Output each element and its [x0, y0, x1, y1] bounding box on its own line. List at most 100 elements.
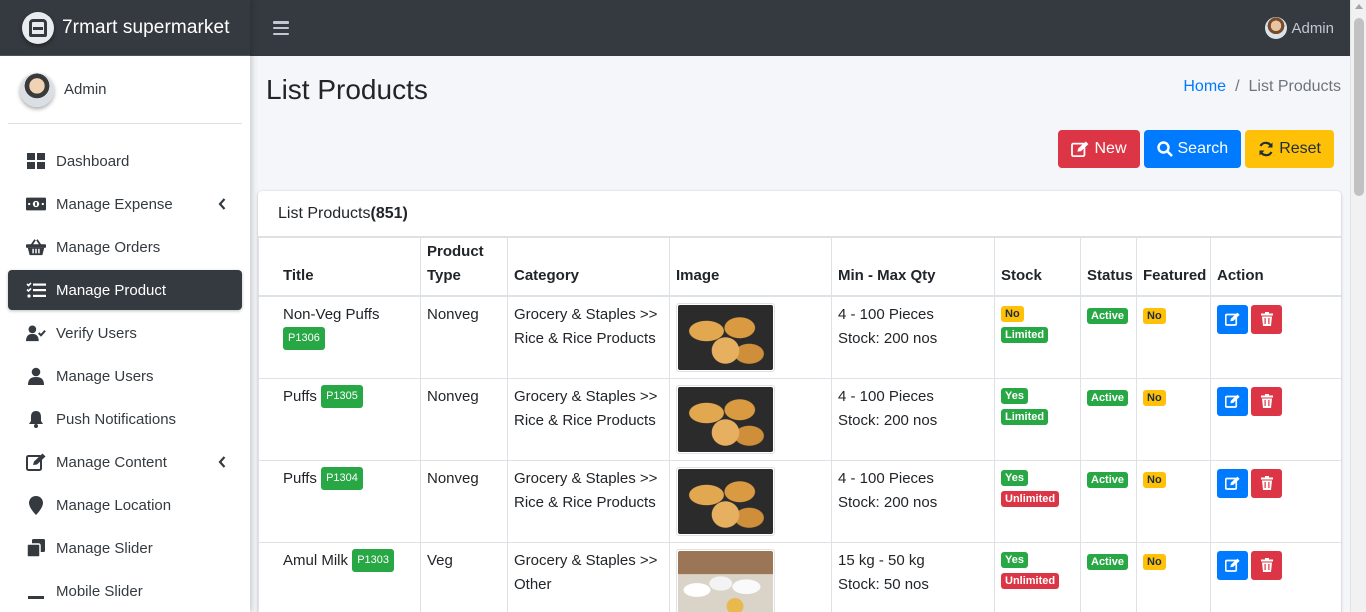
page-scrollbar[interactable] — [1350, 0, 1366, 612]
product-code-badge: P1304 — [321, 467, 363, 491]
stock-flag-badge[interactable]: No — [1001, 305, 1024, 322]
scroll-up-icon[interactable] — [1355, 4, 1363, 9]
edit-button[interactable] — [1217, 304, 1248, 334]
column-header-status[interactable]: Status — [1080, 237, 1137, 297]
qty-range: 15 kg - 50 kg — [838, 551, 925, 569]
sidebar-item-label: Manage Product — [56, 281, 167, 299]
sidebar-item-dashboard[interactable]: Dashboard — [8, 141, 242, 181]
featured-badge[interactable]: No — [1143, 307, 1166, 324]
delete-button[interactable] — [1251, 550, 1282, 580]
brand-link[interactable]: 7rmart supermarket — [0, 0, 250, 56]
cell-title: Non-Veg Puffs P1306 — [258, 295, 421, 379]
sidebar-item-label: Manage Expense — [56, 195, 173, 213]
top-user-name: Admin — [1291, 19, 1334, 37]
sidebar-item-manage-location[interactable]: Manage Location — [8, 485, 242, 525]
stock-flag-badge[interactable]: Yes — [1001, 387, 1028, 404]
cell-action — [1210, 295, 1341, 379]
breadcrumb: Home / List Products — [1183, 78, 1341, 96]
reset-button-label: Reset — [1279, 140, 1321, 157]
cell-featured: No — [1136, 377, 1211, 461]
edit-button[interactable] — [1217, 386, 1248, 416]
edit-icon — [26, 452, 46, 472]
dashboard-icon — [26, 151, 46, 171]
sidebar-item-label: Dashboard — [56, 152, 130, 170]
sidebar-item-push-notifications[interactable]: Push Notifications — [8, 399, 242, 439]
sidebar-item-manage-product[interactable]: Manage Product — [8, 270, 242, 310]
sidebar-item-mobile-slider[interactable]: Mobile Slider — [8, 571, 242, 611]
qty-range: 4 - 100 Pieces — [838, 469, 934, 487]
cell-qty: 4 - 100 Pieces Stock: 200 nos — [831, 459, 995, 543]
trash-icon — [1260, 394, 1273, 408]
column-header-title[interactable]: Title — [258, 237, 421, 297]
sidebar-item-label: Verify Users — [56, 324, 137, 342]
sidebar-item-label: Mobile Slider — [56, 582, 143, 600]
edit-button[interactable] — [1217, 550, 1248, 580]
search-button[interactable]: Search — [1143, 130, 1242, 168]
search-icon — [1156, 141, 1173, 157]
map-marker-icon — [26, 495, 46, 515]
sidebar-item-label: Manage Orders — [56, 238, 161, 256]
column-header-featured[interactable]: Featured — [1136, 237, 1211, 297]
delete-button[interactable] — [1251, 468, 1282, 498]
sidebar-item-manage-users[interactable]: Manage Users — [8, 356, 242, 396]
reset-button[interactable]: Reset — [1245, 130, 1334, 168]
cell-category: Grocery & Staples >> Rice & Rice Products — [507, 295, 670, 379]
sidebar-item-manage-slider[interactable]: Manage Slider — [8, 528, 242, 568]
featured-badge[interactable]: No — [1143, 389, 1166, 406]
featured-badge[interactable]: No — [1143, 471, 1166, 488]
menu-toggle-icon[interactable] — [273, 21, 289, 35]
stock-flag-badge[interactable]: Yes — [1001, 551, 1028, 568]
user-menu[interactable]: Admin — [1265, 17, 1334, 39]
column-header-product-type[interactable]: Product Type — [420, 237, 508, 297]
sidebar-item-label: Manage Content — [56, 453, 167, 471]
product-title: Puffs — [283, 469, 317, 487]
product-code-badge: P1306 — [283, 327, 325, 351]
cell-status: Active — [1080, 541, 1137, 612]
cell-product-type: Nonveg — [420, 459, 508, 543]
status-badge[interactable]: Active — [1087, 389, 1129, 406]
sidebar-item-manage-orders[interactable]: Manage Orders — [8, 227, 242, 267]
new-button[interactable]: New — [1058, 130, 1140, 168]
edit-button[interactable] — [1217, 468, 1248, 498]
delete-button[interactable] — [1251, 304, 1282, 334]
category-line: Grocery & Staples >> — [514, 387, 658, 405]
bell-icon — [26, 409, 46, 429]
featured-badge[interactable]: No — [1143, 553, 1166, 570]
cell-action — [1210, 377, 1341, 461]
sidebar-item-manage-expense[interactable]: Manage Expense — [8, 184, 242, 224]
column-header-category[interactable]: Category — [507, 237, 670, 297]
category-line: Grocery & Staples >> — [514, 551, 658, 569]
user-panel[interactable]: Admin — [8, 56, 242, 124]
qty-range: 4 - 100 Pieces — [838, 305, 934, 323]
search-button-label: Search — [1177, 140, 1229, 157]
stock-count: Stock: 200 nos — [838, 329, 938, 347]
column-header-stock[interactable]: Stock — [994, 237, 1081, 297]
edit-icon — [1225, 476, 1240, 490]
column-header-qty[interactable]: Min - Max Qty — [831, 237, 995, 297]
stock-count: Stock: 50 nos — [838, 575, 929, 593]
breadcrumb-home-link[interactable]: Home — [1183, 78, 1226, 96]
clone-icon — [26, 538, 46, 558]
product-image — [676, 302, 775, 372]
cell-product-type: Nonveg — [420, 295, 508, 379]
status-badge[interactable]: Active — [1087, 553, 1129, 570]
scrollbar-thumb[interactable] — [1354, 18, 1364, 196]
status-badge[interactable]: Active — [1087, 471, 1129, 488]
trash-icon — [1260, 312, 1273, 326]
stock-flag-badge[interactable]: Yes — [1001, 469, 1028, 486]
cell-status: Active — [1080, 459, 1137, 543]
table-header-row: Title Product Type Category Image Min - … — [258, 237, 1341, 297]
breadcrumb-current: List Products — [1248, 78, 1341, 95]
sidebar-item-manage-content[interactable]: Manage Content — [8, 442, 242, 482]
top-navbar: Admin — [250, 0, 1350, 56]
status-badge[interactable]: Active — [1087, 307, 1129, 324]
cell-product-type: Veg — [420, 541, 508, 612]
column-header-action[interactable]: Action — [1210, 237, 1341, 297]
cell-qty: 4 - 100 Pieces Stock: 200 nos — [831, 377, 995, 461]
products-table: Title Product Type Category Image Min - … — [258, 237, 1341, 612]
new-button-label: New — [1094, 140, 1127, 157]
column-header-image[interactable]: Image — [669, 237, 832, 297]
avatar — [20, 72, 54, 107]
delete-button[interactable] — [1251, 386, 1282, 416]
sidebar-item-verify-users[interactable]: Verify Users — [8, 313, 242, 353]
